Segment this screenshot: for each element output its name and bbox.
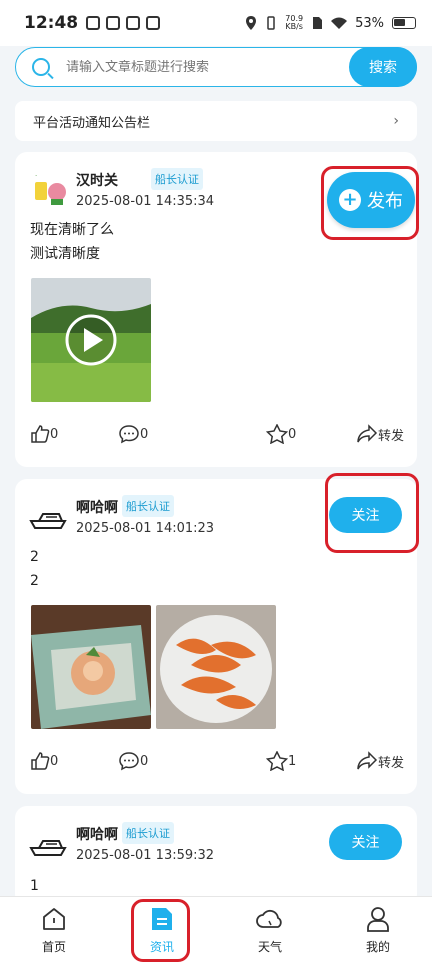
svg-text:·: · — [35, 172, 37, 180]
post-content: 1 — [30, 874, 39, 898]
share-label: 转发 — [378, 428, 405, 444]
post-timestamp: 2025-08-01 13:59:32 — [76, 848, 215, 863]
post-content: 现在清晰了么 测试清晰度 — [30, 218, 114, 266]
thumb-up-icon — [31, 752, 50, 770]
post-content-line: 现在清晰了么 — [30, 222, 114, 238]
highlight-box — [131, 899, 190, 962]
status-time: 12:48 — [24, 13, 79, 33]
share-label: 转发 — [378, 755, 405, 771]
highlight-box — [325, 473, 419, 553]
comment-count: 0 — [140, 753, 149, 769]
share-button[interactable]: 转发 — [356, 751, 404, 771]
favorite-button[interactable]: 1 — [266, 751, 296, 771]
post-content-line: 2 — [30, 549, 39, 565]
post-content-line: 1 — [30, 878, 39, 894]
thumb-up-icon — [31, 425, 50, 443]
captain-badge: 船长认证 — [122, 495, 174, 517]
comment-icon — [119, 752, 139, 771]
like-button[interactable]: 0 — [30, 751, 58, 771]
boat-avatar-icon[interactable] — [29, 495, 69, 535]
username[interactable]: 汉时关 — [76, 170, 118, 190]
tab-home[interactable]: 首页 — [0, 897, 108, 964]
no-sim-icon — [313, 17, 323, 29]
boat-avatar-icon[interactable] — [29, 822, 69, 862]
post-content: 2 2 — [30, 545, 39, 593]
vibrate-icon — [267, 16, 276, 30]
tab-weather[interactable]: 天气 — [216, 897, 324, 964]
comment-count: 0 — [140, 426, 149, 442]
tab-label: 天气 — [257, 940, 282, 954]
star-icon — [266, 424, 288, 444]
post-timestamp: 2025-08-01 14:01:23 — [76, 521, 215, 536]
tab-profile[interactable]: 我的 — [324, 897, 432, 964]
post-actions: 0 0 1 转发 — [30, 751, 405, 773]
highlight-box — [321, 166, 419, 240]
wifi-icon — [331, 17, 348, 29]
search-input[interactable] — [66, 59, 349, 75]
favorite-count: 0 — [288, 426, 297, 442]
post-content-line: 2 — [30, 573, 39, 589]
search-bar: 搜索 — [15, 47, 417, 87]
comment-icon — [119, 425, 139, 444]
post-content-line: 测试清晰度 — [30, 246, 100, 262]
share-icon — [357, 751, 378, 770]
network-speed: 70.9 KB/s — [285, 15, 303, 31]
tab-label: 首页 — [41, 940, 66, 954]
user-icon — [367, 907, 389, 932]
post-timestamp: 2025-08-01 14:35:34 — [76, 194, 215, 209]
username[interactable]: 啊哈啊 — [76, 824, 118, 844]
video-thumbnail[interactable] — [31, 278, 151, 402]
home-icon — [43, 908, 65, 930]
post-actions: 0 0 0 转发 — [30, 424, 405, 446]
notice-board[interactable]: 平台活动通知公告栏 › — [15, 101, 417, 141]
like-count: 0 — [50, 753, 59, 769]
captain-badge: 船长认证 — [122, 822, 174, 844]
share-button[interactable]: 转发 — [356, 424, 404, 444]
cloud-icon — [256, 909, 282, 928]
favorite-count: 1 — [288, 753, 297, 769]
post-card[interactable]: 啊哈啊 船长认证 2025-08-01 13:59:32 关注 1 — [15, 806, 417, 906]
share-icon — [357, 424, 378, 443]
notification-icons — [86, 16, 161, 30]
avatar[interactable]: · — [29, 168, 69, 208]
notice-label: 平台活动通知公告栏 — [33, 115, 151, 131]
search-icon — [32, 58, 50, 76]
app-notification-icon — [106, 16, 121, 30]
chevron-right-icon: › — [393, 113, 399, 129]
message-icon — [146, 16, 161, 30]
follow-button[interactable]: 关注 — [329, 824, 402, 860]
favorite-button[interactable]: 0 — [266, 424, 296, 444]
network-speed-unit: KB/s — [285, 22, 303, 31]
app-notification-icon — [86, 16, 101, 30]
star-icon — [266, 751, 288, 771]
like-count: 0 — [50, 426, 59, 442]
status-bar: 12:48 70.9 KB/s 53% — [0, 0, 432, 46]
captain-badge: 船长认证 — [151, 168, 203, 190]
weibo-icon — [126, 16, 141, 30]
location-icon — [246, 16, 257, 30]
post-image[interactable] — [31, 605, 151, 729]
like-button[interactable]: 0 — [30, 424, 58, 444]
search-button[interactable]: 搜索 — [349, 47, 417, 87]
username[interactable]: 啊哈啊 — [76, 497, 118, 517]
tab-label: 我的 — [365, 940, 390, 954]
post-image[interactable] — [156, 605, 276, 729]
comment-button[interactable]: 0 — [118, 424, 148, 444]
bottom-tab-bar: 首页 资讯 天气 我的 — [0, 896, 432, 964]
battery-icon — [392, 17, 416, 29]
comment-button[interactable]: 0 — [118, 751, 148, 771]
battery-percentage: 53% — [355, 15, 384, 31]
